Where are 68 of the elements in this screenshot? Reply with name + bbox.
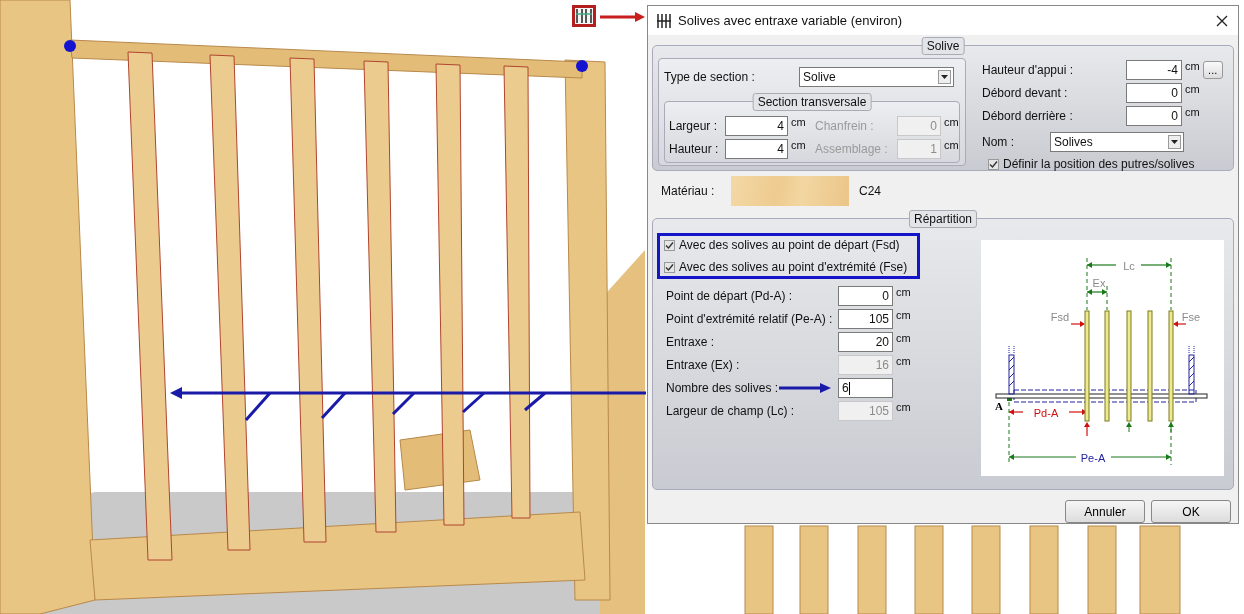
field-label: Chanfrein : [815,119,875,134]
input-field[interactable]: 20 [838,332,893,352]
unit-label: cm [1185,83,1200,96]
window-title: Solives avec entraxe variable (environ) [678,13,903,28]
diagram-label: Pe-A [1080,452,1106,464]
unit-label: cm [896,401,911,413]
field-label: Nom : [982,135,1015,150]
unit-label: cm [944,139,959,152]
checkbox[interactable] [664,239,675,251]
wood-texture-swatch[interactable] [731,175,849,206]
unit-label: cm [896,332,911,344]
diagram-label: Lc [1123,260,1135,272]
input-field[interactable]: 4 [725,116,788,137]
checkbox-label: Avec des solives au point d'extrémité (Fse) [679,260,908,274]
unit-label: cm [791,116,806,129]
section-type-dropdown[interactable]: Solive [799,67,954,88]
unit-label: cm [896,286,911,298]
input-field[interactable]: 0 [1126,106,1182,127]
field-label: Hauteur d'appui : [982,63,1075,78]
group-legend: Répartition [909,210,977,228]
field-label: Hauteur : [669,142,720,157]
pointer-arrow [600,12,645,22]
input-field[interactable]: -4 [1126,60,1182,81]
diagram-label: Ex [1092,277,1106,289]
field-label: Point d'extrémité relatif (Pe-A) : [666,312,833,326]
unit-label: cm [944,116,959,129]
diagram-label: Fse [1181,311,1201,323]
field-label: Assemblage : [815,142,889,157]
field-label: Nombre des solives : [666,381,779,395]
field-label: Débord derrière : [982,109,1074,124]
name-dropdown[interactable]: Solives [1050,132,1184,153]
field-label: Matériau : [661,183,716,198]
caret-icon [1168,135,1181,150]
diagram-label: Fsd [1050,311,1070,323]
field-label: Point de départ (Pd-A) : [666,289,793,303]
input-field[interactable]: 0 [1126,83,1182,104]
input-field[interactable]: 4 [725,139,788,160]
dialog-button[interactable]: OK [1151,500,1231,523]
unit-label: cm [1185,106,1200,119]
dialog-button[interactable]: Annuler [1065,500,1145,523]
field-label: Entraxe (Ex) : [666,358,740,372]
unit-label: cm [896,309,911,321]
input-field[interactable]: 0 [838,286,893,306]
checkbox[interactable] [988,158,999,170]
caret-icon [938,70,951,85]
pointer-arrow [779,383,832,393]
material-name: C24 [859,183,881,198]
group-legend: Section transversale [752,93,872,112]
close-icon[interactable] [1216,14,1228,27]
browse-button[interactable]: ... [1202,61,1223,80]
unit-label: cm [1185,60,1200,73]
checkbox-label: Définir la position des putres/solives [1003,157,1195,172]
checkbox[interactable] [664,261,675,273]
unit-label: cm [896,355,911,367]
diagram-label: Pd-A [1033,407,1059,419]
input-field[interactable]: 105 [838,309,893,329]
joist-tool-icon[interactable] [572,5,596,27]
unit-label: cm [791,139,806,152]
diagram-label: A [995,400,1003,412]
group-legend: Solive [921,37,965,56]
field-label: Entraxe : [666,335,715,349]
field-label: Largeur : [669,119,719,134]
field-label: Type de section : [664,70,756,85]
input-field[interactable]: 6 [838,378,893,398]
joist-icon [656,12,672,29]
field-label: Largeur de champ (Lc) : [666,404,795,418]
field-label: Débord devant : [982,86,1069,101]
checkbox-label: Avec des solives au point de départ (Fsd) [679,238,900,252]
